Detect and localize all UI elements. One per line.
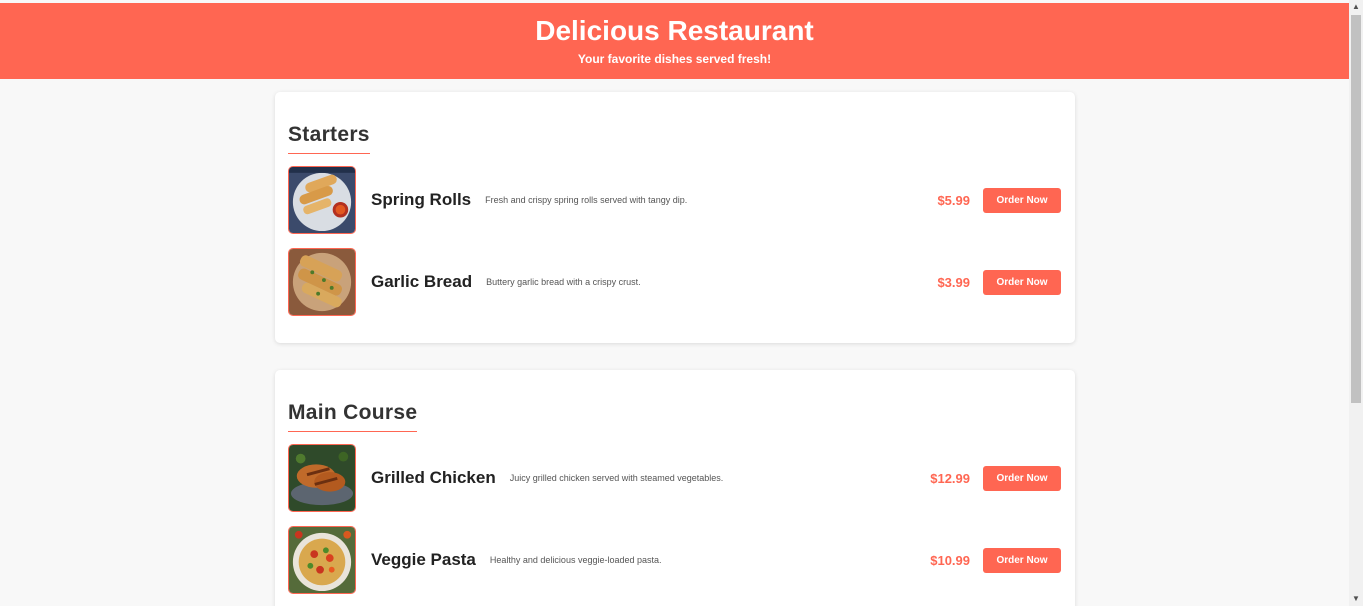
item-price: $5.99 [937,192,970,208]
order-now-button[interactable]: Order Now [983,269,1061,295]
chevron-up-icon[interactable]: ▲ [1349,0,1363,14]
site-title: Delicious Restaurant [535,15,814,46]
grilled-chicken-image [288,444,356,512]
scrollbar-thumb[interactable] [1351,15,1361,403]
menu-item: Spring Rolls Fresh and crispy spring rol… [288,166,1061,234]
menu-item: Garlic Bread Buttery garlic bread with a… [288,248,1061,316]
item-name: Grilled Chicken [371,468,496,487]
order-now-button[interactable]: Order Now [983,465,1061,491]
page-viewport: Delicious Restaurant Your favorite dishe… [0,0,1349,606]
menu-section-main-course: Main Course Grilled Chicken Juicy grille… [275,370,1075,606]
item-description: Healthy and delicious veggie-loaded past… [489,555,662,565]
item-price: $10.99 [930,552,970,568]
menu-item: Veggie Pasta Healthy and delicious veggi… [288,526,1061,594]
section-heading: Starters [288,123,370,154]
item-description: Fresh and crispy spring rolls served wit… [485,195,688,205]
item-description: Juicy grilled chicken served with steame… [509,473,724,483]
item-name: Veggie Pasta [371,550,476,569]
order-now-button[interactable]: Order Now [983,547,1061,573]
item-description: Buttery garlic bread with a crispy crust… [486,277,641,287]
chevron-down-icon[interactable]: ▼ [1349,592,1363,606]
vertical-scrollbar[interactable]: ▲ ▼ [1349,0,1363,606]
garlic-bread-image [288,248,356,316]
menu-item: Grilled Chicken Juicy grilled chicken se… [288,444,1061,512]
section-heading: Main Course [288,401,418,432]
menu-section-starters: Starters Spring Rolls Fresh and crispy s… [275,92,1075,343]
item-name: Garlic Bread [371,272,473,291]
site-subtitle: Your favorite dishes served fresh! [577,52,772,66]
spring-rolls-image [288,166,356,234]
item-price: $3.99 [937,274,970,290]
site-header: Delicious Restaurant Your favorite dishe… [0,3,1349,79]
item-name: Spring Rolls [371,190,472,209]
item-price: $12.99 [930,470,970,486]
order-now-button[interactable]: Order Now [983,187,1061,213]
veggie-pasta-image [288,526,356,594]
